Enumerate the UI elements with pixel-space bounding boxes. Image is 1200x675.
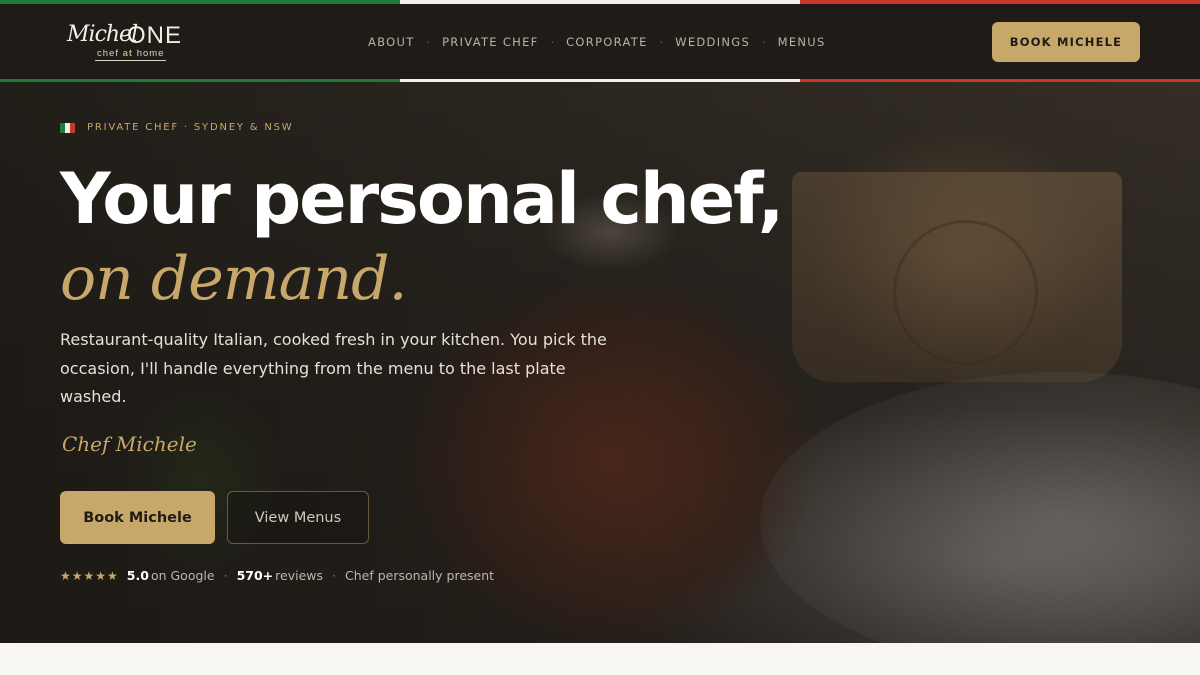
nav-separator: · [659, 35, 664, 49]
nav-separator: · [762, 35, 766, 49]
stripe-green [0, 79, 400, 82]
nav-item-corporate[interactable]: CORPORATE [566, 35, 648, 49]
tricolor-stripe-bottom [0, 79, 1200, 82]
proof-note: Chef personally present [344, 568, 495, 583]
eyebrow-text: PRIVATE CHEF · SYDNEY & NSW [87, 122, 294, 133]
reviews-suffix: reviews [275, 568, 323, 583]
nav-item-about[interactable]: ABOUT [368, 35, 415, 49]
logo-tagline: chef at home [95, 48, 167, 61]
italian-flag-icon [60, 122, 75, 133]
tagline-pre: chef [97, 48, 123, 59]
nav-item-private-chef[interactable]: PRIVATE CHEF [442, 35, 539, 49]
reviews-count: 570+ [236, 568, 274, 583]
tagline-at: at [122, 48, 134, 59]
stripe-white [400, 79, 800, 82]
hero-lede: Restaurant-quality Italian, cooked fresh… [60, 330, 607, 406]
chef-signature: Chef Michele [62, 432, 197, 456]
star-rating-icon: ★★★★★ [60, 568, 119, 583]
hero-headline-accent: on demand. [60, 244, 408, 314]
nav-item-weddings[interactable]: WEDDINGS [675, 35, 750, 49]
stripe-white [400, 0, 800, 4]
nav-separator: · [426, 35, 431, 49]
brand-logo[interactable]: Michel ONE chef at home [67, 22, 181, 62]
main-nav: ABOUT · PRIVATE CHEF · CORPORATE · WEDDI… [368, 35, 826, 49]
proof-separator: · [223, 568, 228, 583]
stripe-red [800, 0, 1200, 4]
stripe-red [800, 79, 1200, 82]
hero-eyebrow: PRIVATE CHEF · SYDNEY & NSW [60, 122, 293, 133]
hero-headline: Your personal chef, [60, 158, 784, 240]
book-michele-button[interactable]: Book Michele [60, 491, 215, 544]
social-proof: ★★★★★ 5.0 on Google · 570+ reviews · Che… [60, 568, 494, 583]
book-michele-header-button[interactable]: BOOK MICHELE [992, 22, 1140, 62]
proof-separator: · [332, 568, 336, 583]
stripe-green [0, 0, 400, 4]
site-header: Michel ONE chef at home ABOUT · PRIVATE … [0, 0, 1200, 82]
view-menus-button[interactable]: View Menus [227, 491, 369, 544]
logo-one: ONE [127, 22, 183, 49]
rating-suffix: on Google [150, 568, 215, 583]
tricolor-stripe-top [0, 0, 1200, 4]
tagline-post: home [133, 48, 165, 59]
next-section [0, 643, 1200, 675]
hero-section: PRIVATE CHEF · SYDNEY & NSW Your persona… [0, 82, 1200, 643]
rating-value: 5.0 [126, 568, 149, 583]
nav-separator: · [550, 35, 555, 49]
nav-item-menus[interactable]: MENUS [778, 35, 826, 49]
